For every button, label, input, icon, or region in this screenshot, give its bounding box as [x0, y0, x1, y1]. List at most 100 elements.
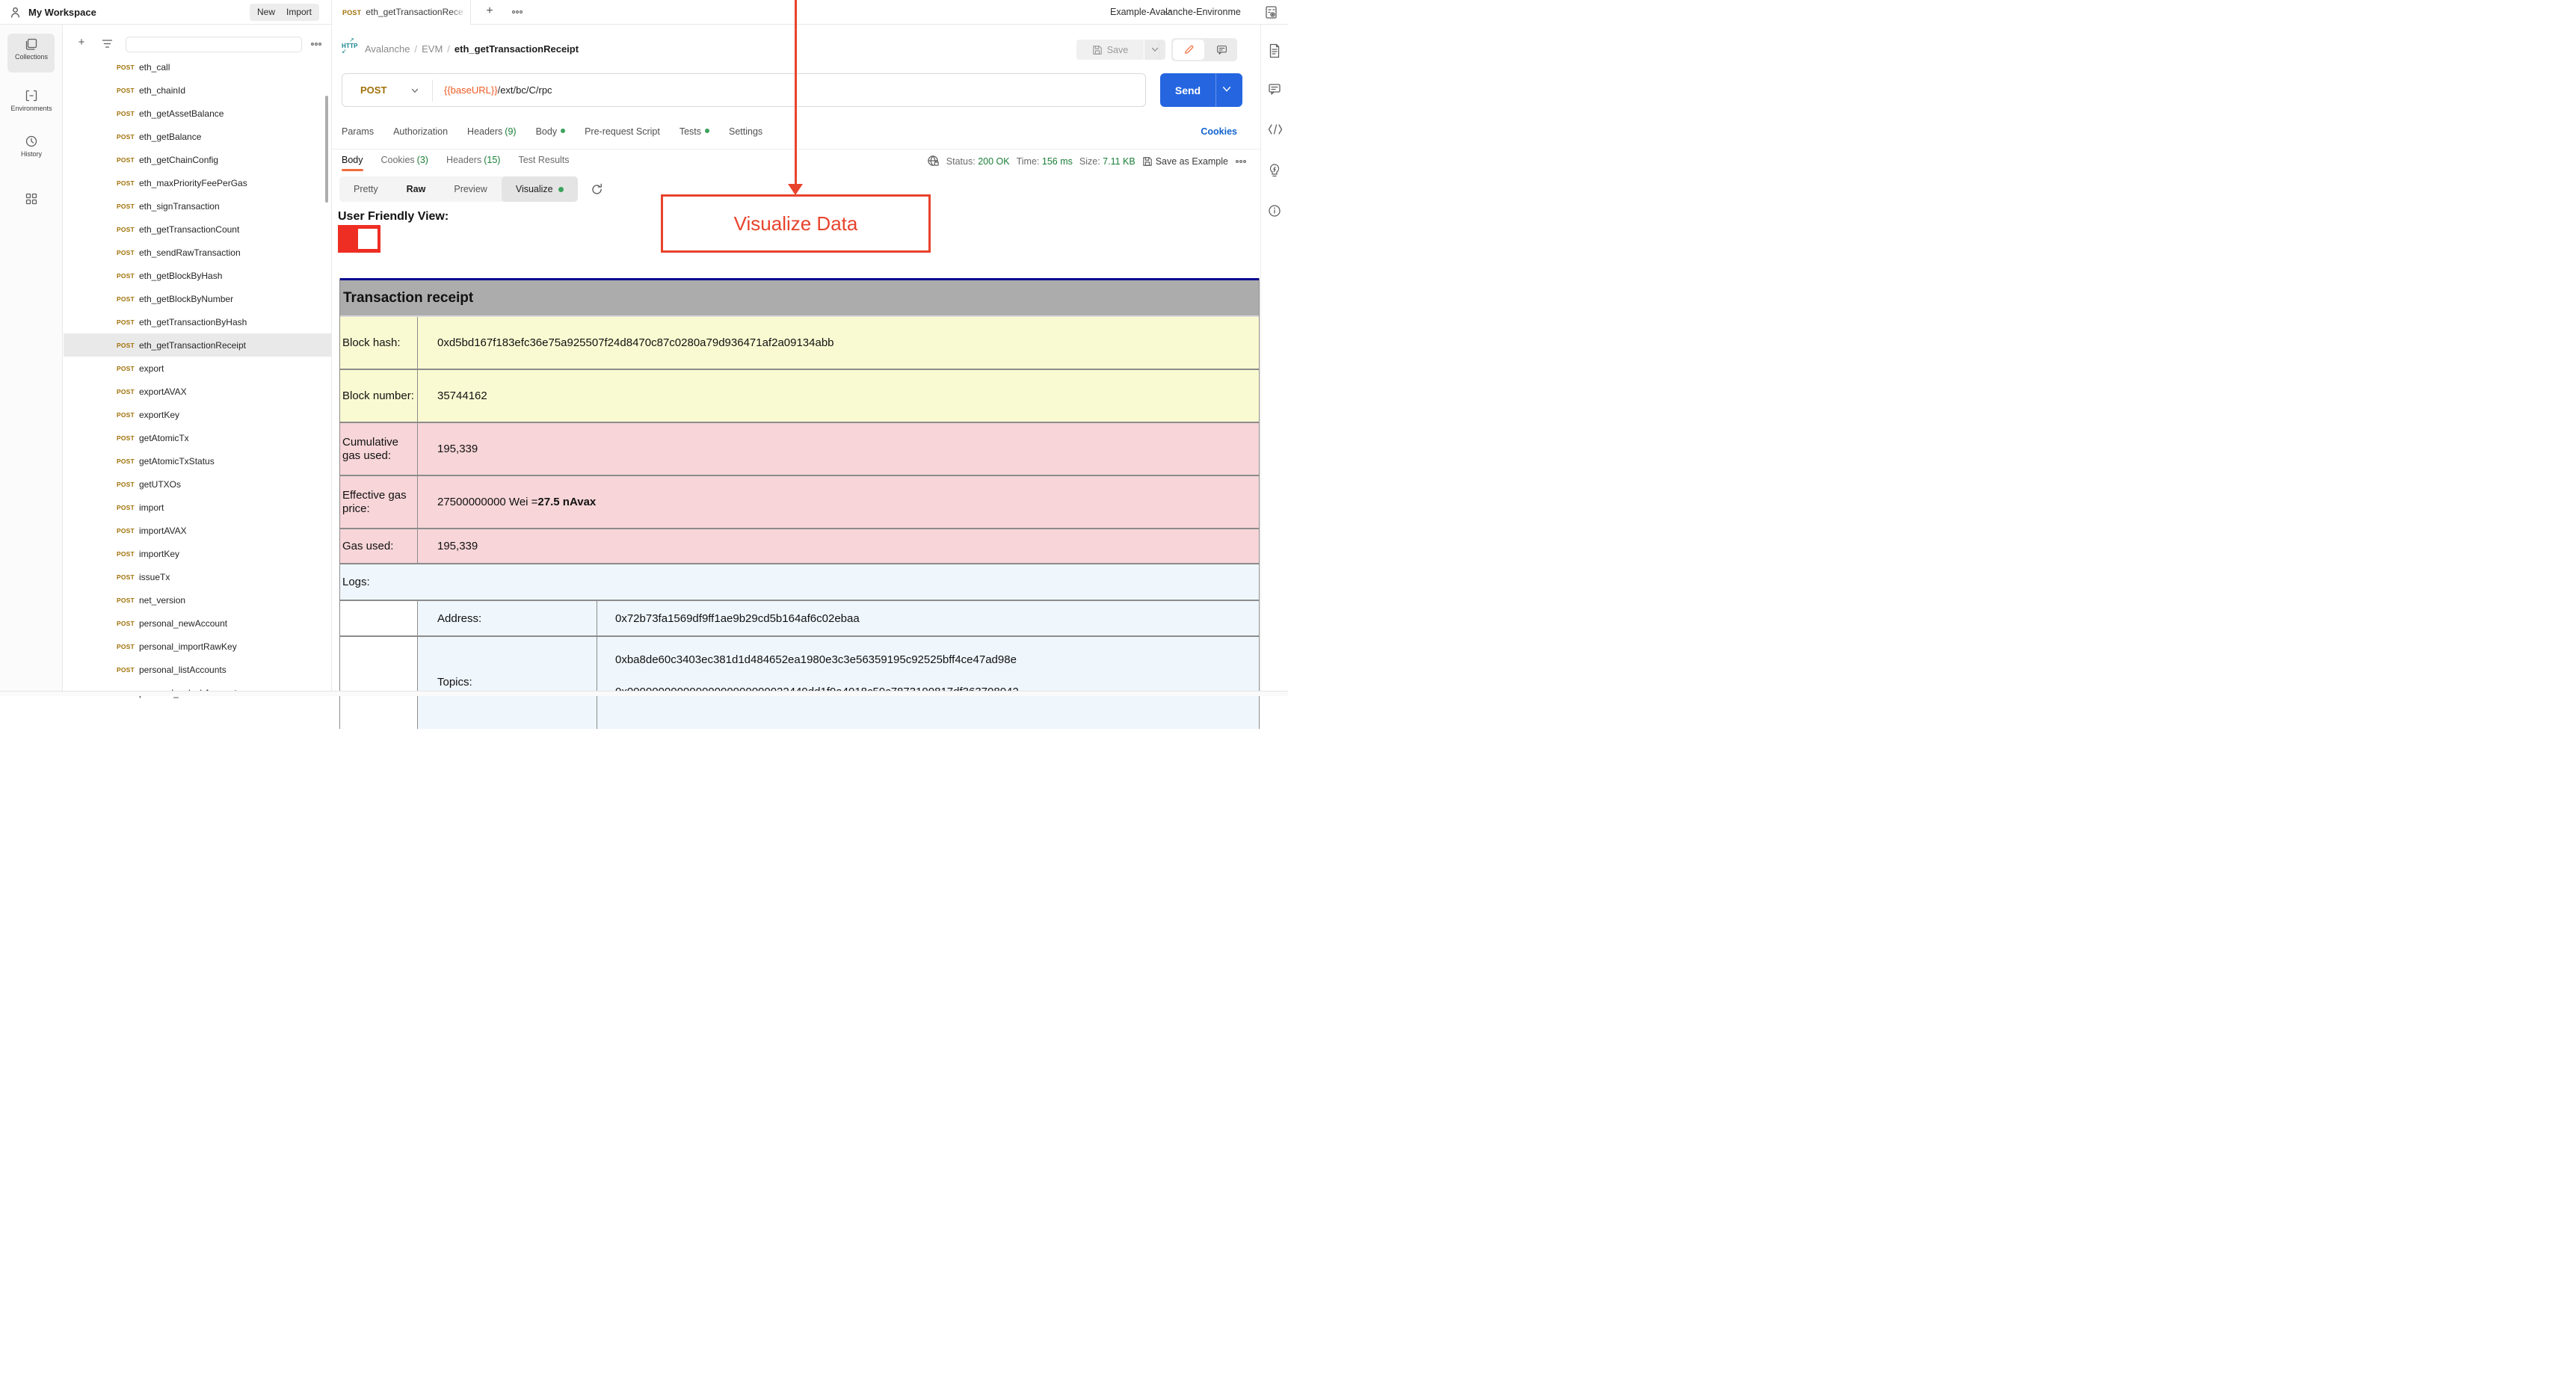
sidebar-item-exportKey[interactable]: POST exportKey: [64, 403, 332, 426]
sidebar-item-personal_importRawKey[interactable]: POST personal_importRawKey: [64, 635, 332, 658]
view-tab-preview[interactable]: Preview: [440, 176, 501, 202]
save-options-chevron[interactable]: [1144, 40, 1165, 60]
request-name: issueTx: [139, 571, 170, 582]
sidebar-item-environments[interactable]: Environments: [0, 89, 63, 112]
documentation-icon[interactable]: [1268, 43, 1281, 58]
tab-headers[interactable]: Headers (9): [467, 126, 517, 137]
new-tab-button[interactable]: +: [481, 4, 498, 20]
sidebar-item-eth_maxPriorityFeePerGas[interactable]: POST eth_maxPriorityFeePerGas: [64, 171, 332, 194]
method-selector[interactable]: POST: [360, 84, 386, 96]
send-options-chevron[interactable]: [1222, 86, 1231, 93]
filter-icon[interactable]: [102, 39, 113, 49]
request-name: getUTXOs: [139, 478, 182, 490]
breadcrumb-folder[interactable]: EVM: [422, 43, 443, 55]
lightbulb-icon[interactable]: [1268, 163, 1281, 178]
sidebar-item-getAtomicTx[interactable]: POST getAtomicTx: [64, 426, 332, 449]
sidebar-item-eth_getTransactionCount[interactable]: POST eth_getTransactionCount: [64, 218, 332, 241]
info-icon[interactable]: [1268, 204, 1281, 218]
tab-more-icon[interactable]: [511, 7, 523, 17]
sidebar-item-importAVAX[interactable]: POST importAVAX: [64, 519, 332, 542]
size-value[interactable]: 7.11 KB: [1103, 156, 1136, 167]
response-tab-test-results[interactable]: Test Results: [518, 155, 569, 171]
response-more-icon[interactable]: [1235, 158, 1247, 164]
person-icon[interactable]: [9, 6, 22, 19]
save-as-example-button[interactable]: Save as Example: [1142, 156, 1228, 167]
add-collection-button[interactable]: +: [74, 35, 89, 50]
breadcrumb-current[interactable]: eth_getTransactionReceipt: [455, 43, 579, 55]
tab-body[interactable]: Body: [536, 126, 566, 137]
response-tab-headers[interactable]: Headers (15): [446, 155, 500, 171]
view-tab-visualize[interactable]: Visualize: [501, 176, 578, 202]
green-dot-icon: [558, 187, 564, 192]
sidebar-item-import[interactable]: POST import: [64, 496, 332, 519]
breadcrumb-collection[interactable]: Avalanche: [365, 43, 410, 55]
sidebar-item-blocks[interactable]: [0, 192, 63, 206]
comment-mode-button[interactable]: [1206, 38, 1237, 61]
sidebar-item-eth_chainId[interactable]: POST eth_chainId: [64, 78, 332, 102]
annotation-arrow-head: [788, 184, 803, 195]
code-icon[interactable]: [1268, 123, 1283, 135]
sidebar-item-eth_getBlockByNumber[interactable]: POST eth_getBlockByNumber: [64, 287, 332, 310]
request-name: exportKey: [139, 409, 180, 420]
method-chevron-icon[interactable]: [411, 88, 419, 93]
view-tab-raw[interactable]: Raw: [392, 176, 440, 202]
sidebar-search-input[interactable]: [126, 37, 302, 52]
refresh-icon[interactable]: [591, 183, 603, 196]
chevron-down-icon[interactable]: [1163, 10, 1171, 16]
tab-settings[interactable]: Settings: [729, 126, 762, 137]
sidebar-item-history[interactable]: History: [0, 135, 63, 158]
response-tabs: Body Cookies (3) Headers (15) Test Results: [342, 155, 570, 171]
request-name: eth_getTransactionReceipt: [139, 339, 246, 351]
method-label: POST: [117, 109, 135, 117]
logs-label: Logs:: [342, 576, 370, 588]
sidebar-item-collections[interactable]: Collections: [0, 37, 63, 61]
tab-tests[interactable]: Tests: [680, 126, 709, 137]
sidebar-item-getAtomicTxStatus[interactable]: POST getAtomicTxStatus: [64, 449, 332, 472]
visualizer-heading: User Friendly View:: [338, 210, 449, 223]
sidebar-item-importKey[interactable]: POST importKey: [64, 542, 332, 565]
sidebar-item-getUTXOs[interactable]: POST getUTXOs: [64, 472, 332, 496]
environment-selector[interactable]: Example-Avalanche-Environme: [1110, 7, 1241, 17]
sidebar-item-eth_getTransactionByHash[interactable]: POST eth_getTransactionByHash: [64, 310, 332, 333]
import-button[interactable]: Import: [279, 4, 320, 21]
url-input[interactable]: {{baseURL}}/ext/bc/C/rpc: [444, 84, 552, 96]
sidebar-item-eth_getAssetBalance[interactable]: POST eth_getAssetBalance: [64, 102, 332, 125]
sidebar-item-export[interactable]: POST export: [64, 357, 332, 380]
edit-mode-button[interactable]: [1173, 40, 1204, 60]
divider: [1215, 73, 1216, 107]
sidebar-item-eth_sendRawTransaction[interactable]: POST eth_sendRawTransaction: [64, 241, 332, 264]
request-tab[interactable]: POST eth_getTransactionRece: [331, 0, 471, 25]
tab-pre-request-script[interactable]: Pre-request Script: [585, 126, 660, 137]
view-tab-pretty[interactable]: Pretty: [339, 176, 392, 202]
sidebar-item-eth_getBlockByHash[interactable]: POST eth_getBlockByHash: [64, 264, 332, 287]
sidebar-item-issueTx[interactable]: POST issueTx: [64, 565, 332, 588]
sidebar-more-icon[interactable]: [310, 41, 322, 47]
network-icon[interactable]: [927, 155, 940, 167]
send-button[interactable]: Send: [1160, 73, 1242, 107]
response-tab-body[interactable]: Body: [342, 155, 363, 171]
status-value[interactable]: 200 OK: [978, 156, 1009, 167]
user-friendly-view-checkbox[interactable]: [338, 225, 380, 253]
new-button[interactable]: New: [250, 4, 283, 21]
sidebar-item-exportAVAX[interactable]: POST exportAVAX: [64, 380, 332, 403]
sidebar-item-net_version[interactable]: POST net_version: [64, 588, 332, 612]
sidebar-item-eth_getChainConfig[interactable]: POST eth_getChainConfig: [64, 148, 332, 171]
url-path: /ext/bc/C/rpc: [497, 84, 552, 96]
response-tab-cookies[interactable]: Cookies (3): [381, 155, 428, 171]
sidebar-item-personal_listAccounts[interactable]: POST personal_listAccounts: [64, 658, 332, 681]
time-value[interactable]: 156 ms: [1042, 156, 1073, 167]
sidebar-item-eth_getBalance[interactable]: POST eth_getBalance: [64, 125, 332, 148]
comments-icon[interactable]: [1268, 82, 1281, 96]
cookies-link[interactable]: Cookies: [1201, 126, 1237, 137]
sidebar-scrollbar[interactable]: [325, 96, 328, 203]
workspace-name[interactable]: My Workspace: [28, 7, 96, 18]
sidebar-item-eth_getTransactionReceipt[interactable]: POST eth_getTransactionReceipt: [64, 333, 332, 357]
tab-params[interactable]: Params: [342, 126, 374, 137]
sidebar-item-personal_newAccount[interactable]: POST personal_newAccount: [64, 612, 332, 635]
sidebar-item-eth_call[interactable]: POST eth_call: [64, 55, 332, 78]
tab-authorization[interactable]: Authorization: [393, 126, 448, 137]
environment-quick-look-icon[interactable]: [1264, 5, 1278, 19]
save-button[interactable]: Save: [1076, 40, 1144, 60]
row-value: 0xd5bd167f183efc36e75a925507f24d8470c87c…: [437, 336, 834, 349]
sidebar-item-eth_signTransaction[interactable]: POST eth_signTransaction: [64, 194, 332, 218]
